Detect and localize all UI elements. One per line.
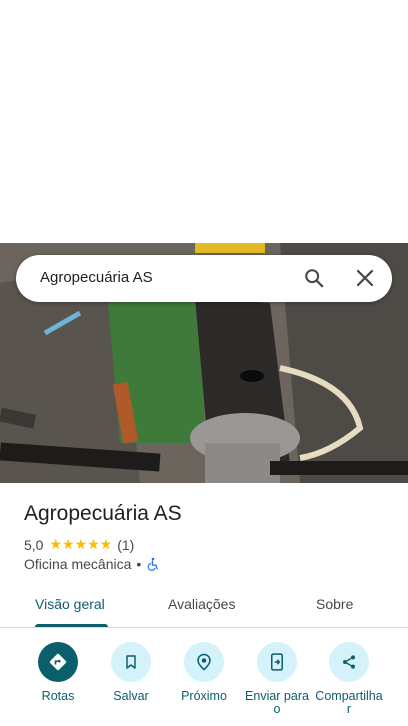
nearby-button[interactable]: Próximo (169, 642, 239, 703)
place-title: Agropecuária AS (24, 502, 182, 525)
close-icon[interactable] (355, 268, 375, 288)
nearby-icon (184, 642, 224, 682)
category-row: Oficina mecânica • (24, 556, 160, 572)
active-tab-indicator (35, 624, 108, 627)
send-to-phone-button[interactable]: Enviar para o (242, 642, 312, 716)
directions-icon (38, 642, 78, 682)
nearby-label: Próximo (181, 689, 227, 703)
map-area (0, 0, 408, 243)
search-input[interactable]: Agropecuária AS (40, 269, 153, 286)
wheelchair-accessible-icon (146, 557, 160, 571)
save-label: Salvar (113, 689, 149, 703)
directions-label: Rotas (41, 689, 75, 703)
search-bar[interactable]: Agropecuária AS (16, 255, 392, 302)
tab-reviews[interactable]: Avaliações (168, 596, 235, 612)
directions-button[interactable]: Rotas (23, 642, 93, 703)
search-icon[interactable] (303, 267, 325, 289)
review-count[interactable]: (1) (117, 537, 134, 553)
save-button[interactable]: Salvar (96, 642, 166, 703)
bookmark-icon (111, 642, 151, 682)
send-to-phone-label: Enviar para o (245, 689, 309, 716)
send-to-phone-icon (257, 642, 297, 682)
share-button[interactable]: Compartilha r (314, 642, 384, 716)
share-label: Compartilha r (315, 689, 383, 716)
rating-row[interactable]: 5,0 ★★★★★ (1) (24, 536, 134, 553)
category-label: Oficina mecânica (24, 556, 132, 572)
tab-overview[interactable]: Visão geral (35, 596, 105, 612)
rating-value: 5,0 (24, 536, 44, 553)
separator-dot: • (136, 556, 142, 572)
place-tabs: Visão geral Avaliações Sobre (0, 585, 408, 628)
action-buttons: Rotas Salvar Próximo Enviar para o Compa… (0, 642, 408, 726)
rating-stars: ★★★★★ (49, 536, 113, 552)
share-icon (329, 642, 369, 682)
tab-about[interactable]: Sobre (316, 596, 353, 612)
